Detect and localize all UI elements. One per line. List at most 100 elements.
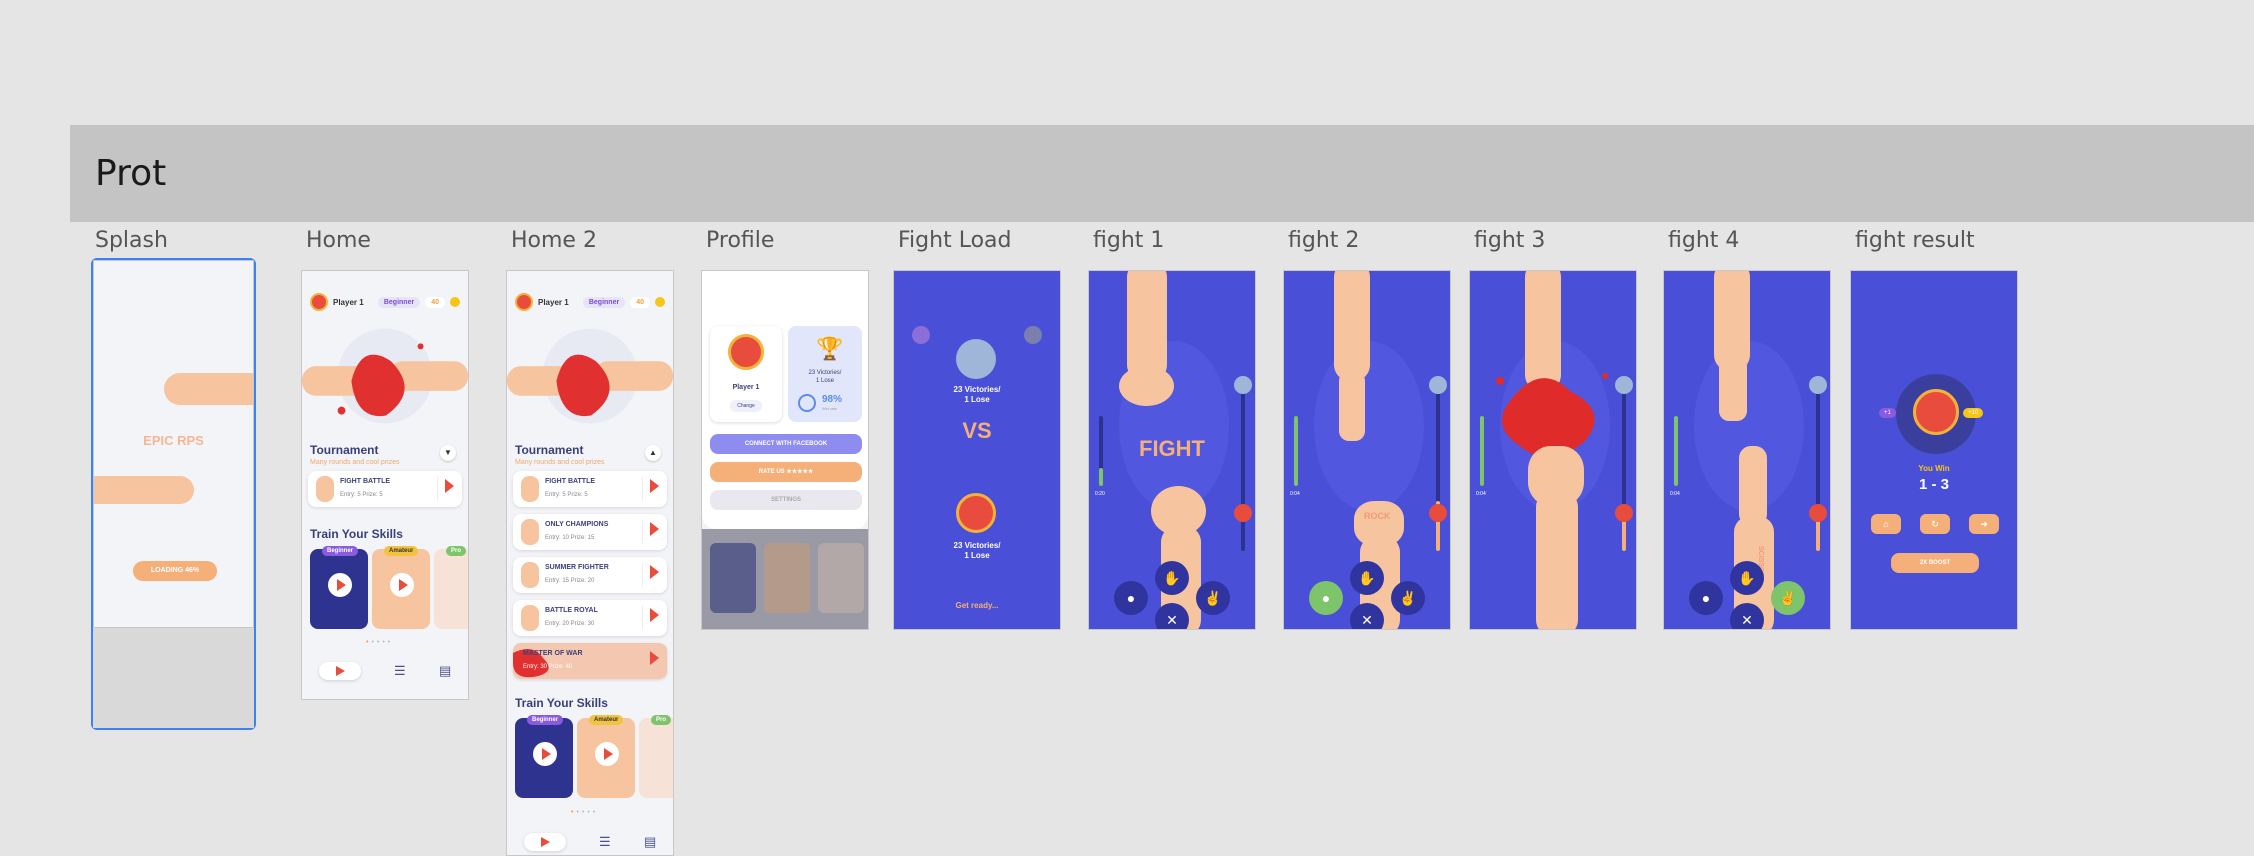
play-icon[interactable] [533, 742, 557, 766]
divider [642, 520, 643, 544]
dim-card [710, 543, 756, 613]
frame-fight3[interactable]: 0:04 [1469, 270, 1637, 630]
play-icon[interactable] [650, 479, 659, 493]
frame-label-fight-result[interactable]: fight result [1855, 228, 1975, 253]
next-icon[interactable]: ➔ [1969, 514, 1999, 534]
frame-label-splash[interactable]: Splash [95, 228, 168, 253]
play-icon[interactable] [650, 608, 659, 622]
skill-card-beginner[interactable]: Beginner [515, 715, 573, 798]
player-mini-avatar [1615, 504, 1633, 522]
replay-icon[interactable]: ↻ [1920, 514, 1950, 534]
skill-card-pro[interactable]: Pro [639, 715, 673, 798]
home-icon[interactable]: ⌂ [1871, 514, 1901, 534]
close-icon[interactable]: ✕ [1155, 603, 1189, 629]
tournament-card[interactable]: BATTLE ROYAL Entry: 20 Prize: 30 [513, 600, 667, 636]
facebook-button[interactable]: CONNECT WITH FACEBOOK [710, 434, 862, 454]
enemy-mini-avatar [912, 326, 930, 344]
round-timer: 0:04 [1290, 491, 1300, 497]
tournament-subtitle: Many rounds and cool prizes [310, 459, 400, 466]
paper-button[interactable]: ✋ [1155, 561, 1189, 595]
play-icon[interactable] [445, 479, 454, 493]
hero-handshake [302, 328, 468, 424]
frame-label-fight3[interactable]: fight 3 [1474, 228, 1545, 253]
tournament-card-featured[interactable]: MASTER OF WAR Entry: 30 Prize: 40 [513, 643, 667, 679]
victories-text: 23 Victories/ [808, 370, 842, 376]
frame-label-home[interactable]: Home [306, 228, 371, 253]
tournament-title: Tournament [310, 443, 379, 457]
player-mini-avatar [1429, 504, 1447, 522]
scissors-button[interactable]: ✌ [1771, 581, 1805, 615]
close-icon[interactable]: ✕ [1730, 603, 1764, 629]
frame-fight-result[interactable]: +1 +10 You Win 1 - 3 ⌂ ↻ ➔ 2X BOOST [1850, 270, 2018, 630]
hand-icon [521, 562, 539, 588]
player-arm [1536, 491, 1578, 629]
shop-icon[interactable]: ▤ [644, 834, 656, 850]
card-subtitle: Entry: 15 Prize: 20 [545, 578, 595, 584]
bottom-nav: ☰ ▤ [302, 656, 468, 686]
nav-play-button[interactable] [318, 662, 361, 680]
lose-text: 1 Lose [815, 378, 834, 384]
project-title: Prot [95, 153, 167, 194]
coin-reward-badge: +10 [1963, 408, 1984, 418]
tournament-card[interactable]: SUMMER FIGHTER Entry: 15 Prize: 20 [513, 557, 667, 593]
play-icon[interactable] [328, 573, 352, 597]
scissors-button[interactable]: ✌ [1196, 581, 1230, 615]
skill-card-pro[interactable]: Pro [434, 546, 468, 629]
play-icon[interactable] [650, 565, 659, 579]
menu-icon[interactable]: ☰ [394, 663, 406, 679]
avatar[interactable] [515, 293, 533, 311]
shop-icon[interactable]: ▤ [439, 663, 451, 679]
frame-label-fight-load[interactable]: Fight Load [898, 228, 1011, 253]
frame-label-profile[interactable]: Profile [706, 228, 774, 253]
chevron-down-icon[interactable]: ▼ [440, 445, 456, 461]
avatar[interactable] [310, 293, 328, 311]
scissors-button[interactable]: ✌ [1391, 581, 1425, 615]
top-bar: Player 1 Beginner 40 [515, 291, 665, 313]
play-icon[interactable] [390, 573, 414, 597]
frame-label-fight1[interactable]: fight 1 [1093, 228, 1164, 253]
skill-card-beginner[interactable]: Beginner [310, 546, 368, 629]
opponent-scissors [1719, 356, 1747, 421]
design-canvas: Prot Splash Home Home 2 Profile Fight Lo… [0, 0, 2254, 856]
frame-splash[interactable]: EPIC RPS LOADING 46% [93, 260, 254, 628]
settings-button[interactable]: SETTINGS [710, 490, 862, 510]
play-icon[interactable] [650, 522, 659, 536]
rock-button[interactable]: ● [1309, 581, 1343, 615]
frame-fight1[interactable]: FIGHT 0:20 ● ✋ ✌ ✕ [1088, 270, 1256, 630]
frame-label-fight2[interactable]: fight 2 [1288, 228, 1359, 253]
rate-us-button[interactable]: RATE US ★★★★★ [710, 462, 862, 482]
frame-profile[interactable]: Player 1 Beginner 40 Player 1 Change 🏆 2… [701, 270, 869, 630]
skill-card-amateur[interactable]: Amateur [372, 546, 430, 629]
tournament-card[interactable]: FIGHT BATTLE Entry: 5 Prize: 5 [513, 471, 667, 507]
frame-fight4[interactable]: SCISSORS 0:04 ● ✋ ✌ ✕ [1663, 270, 1831, 630]
frame-fight2[interactable]: ROCK 0:04 ● ✋ ✌ ✕ [1283, 270, 1451, 630]
player-health-bar [1674, 416, 1678, 486]
tournament-card[interactable]: ONLY CHAMPIONS Entry: 10 Prize: 15 [513, 514, 667, 550]
play-icon[interactable] [650, 651, 659, 665]
close-icon[interactable]: ✕ [1350, 603, 1384, 629]
opponent-mini-avatar [1615, 376, 1633, 394]
frame-home2[interactable]: Player 1 Beginner 40 Tournament Many rou… [506, 270, 674, 856]
nav-play-button[interactable] [523, 833, 566, 851]
frame-label-fight4[interactable]: fight 4 [1668, 228, 1739, 253]
boost-button[interactable]: 2X BOOST [1891, 553, 1979, 573]
skill-card-amateur[interactable]: Amateur [577, 715, 635, 798]
opponent-mini-avatar [1809, 376, 1827, 394]
opponent-arm [1334, 271, 1370, 381]
paper-button[interactable]: ✋ [1730, 561, 1764, 595]
stars-icon: ★★★★★ [786, 469, 814, 475]
play-icon[interactable] [595, 742, 619, 766]
opponent-health-bar [1816, 381, 1820, 551]
tournament-card[interactable]: FIGHT BATTLE Entry: 5 Prize: 5 [308, 471, 462, 507]
blood-splash-icon [513, 649, 549, 678]
menu-icon[interactable]: ☰ [599, 834, 611, 850]
rock-button[interactable]: ● [1689, 581, 1723, 615]
chevron-up-icon[interactable]: ▲ [645, 445, 661, 461]
rock-button[interactable]: ● [1114, 581, 1148, 615]
frame-home[interactable]: Player 1 Beginner 40 Tournament Many rou… [301, 270, 469, 700]
frame-fight-load[interactable]: 23 Victories/ 1 Lose VS 23 Victories/ 1 … [893, 270, 1061, 630]
change-button[interactable]: Change [730, 400, 762, 412]
frame-label-home2[interactable]: Home 2 [511, 228, 597, 253]
paper-button[interactable]: ✋ [1350, 561, 1384, 595]
dimmed-background [702, 529, 868, 629]
